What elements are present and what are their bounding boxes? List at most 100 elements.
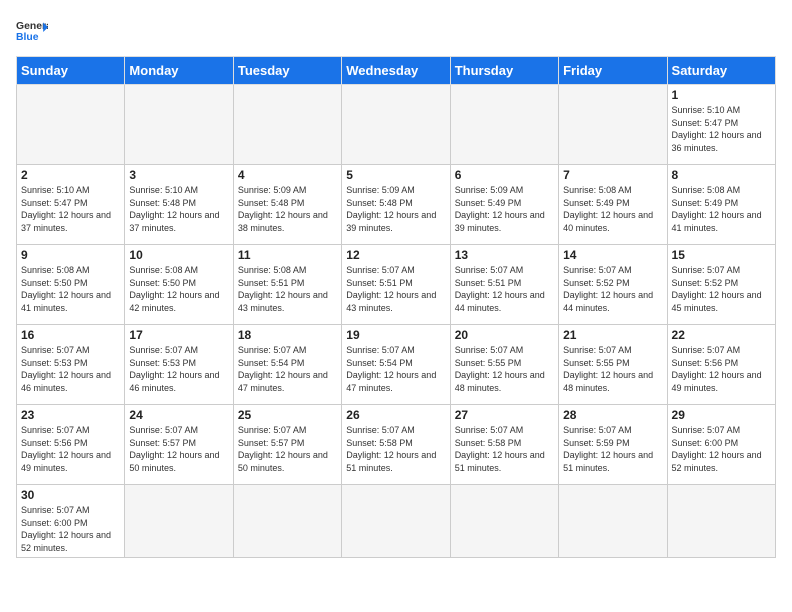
calendar-table: Sunday Monday Tuesday Wednesday Thursday… (16, 56, 776, 558)
calendar-cell: 6 Sunrise: 5:09 AM Sunset: 5:49 PM Daylig… (450, 165, 558, 245)
calendar-cell (450, 485, 558, 558)
calendar-header: Sunday Monday Tuesday Wednesday Thursday… (17, 57, 776, 85)
calendar-cell: 26 Sunrise: 5:07 AM Sunset: 5:58 PM Dayli… (342, 405, 450, 485)
day-info: Sunrise: 5:07 AM Sunset: 6:00 PM Dayligh… (21, 504, 120, 554)
calendar-cell (125, 85, 233, 165)
col-saturday: Saturday (667, 57, 775, 85)
calendar-cell: 10 Sunrise: 5:08 AM Sunset: 5:50 PM Dayli… (125, 245, 233, 325)
svg-text:Blue: Blue (16, 32, 39, 43)
day-info: Sunrise: 5:07 AM Sunset: 5:51 PM Dayligh… (346, 264, 445, 314)
day-info: Sunrise: 5:10 AM Sunset: 5:47 PM Dayligh… (21, 184, 120, 234)
day-info: Sunrise: 5:07 AM Sunset: 5:52 PM Dayligh… (672, 264, 771, 314)
calendar-cell: 17 Sunrise: 5:07 AM Sunset: 5:53 PM Dayli… (125, 325, 233, 405)
day-info: Sunrise: 5:08 AM Sunset: 5:50 PM Dayligh… (21, 264, 120, 314)
day-info: Sunrise: 5:07 AM Sunset: 5:56 PM Dayligh… (672, 344, 771, 394)
calendar-cell (559, 85, 667, 165)
calendar-cell: 1Sunrise: 5:10 AM Sunset: 5:47 PM Daylig… (667, 85, 775, 165)
calendar-cell: 19Sunrise: 5:07 AM Sunset: 5:54 PM Dayli… (342, 325, 450, 405)
day-info: Sunrise: 5:07 AM Sunset: 5:55 PM Dayligh… (455, 344, 554, 394)
calendar-cell: 18 Sunrise: 5:07 AM Sunset: 5:54 PM Dayli… (233, 325, 341, 405)
calendar-cell: 30Sunrise: 5:07 AM Sunset: 6:00 PM Dayli… (17, 485, 125, 558)
col-thursday: Thursday (450, 57, 558, 85)
calendar-cell (667, 485, 775, 558)
day-number: 14 (563, 248, 662, 262)
day-number: 24 (129, 408, 228, 422)
calendar-cell: 22 Sunrise: 5:07 AM Sunset: 5:56 PM Dayli… (667, 325, 775, 405)
day-number: 4 (238, 168, 337, 182)
day-info: Sunrise: 5:08 AM Sunset: 5:51 PM Dayligh… (238, 264, 337, 314)
day-number: 10 (129, 248, 228, 262)
calendar-cell (342, 85, 450, 165)
day-info: Sunrise: 5:07 AM Sunset: 5:54 PM Dayligh… (238, 344, 337, 394)
calendar-body: 1Sunrise: 5:10 AM Sunset: 5:47 PM Daylig… (17, 85, 776, 558)
day-number: 19 (346, 328, 445, 342)
day-number: 26 (346, 408, 445, 422)
day-number: 21 (563, 328, 662, 342)
calendar-cell: 7 Sunrise: 5:08 AM Sunset: 5:49 PM Daylig… (559, 165, 667, 245)
calendar-cell: 24 Sunrise: 5:07 AM Sunset: 5:57 PM Dayli… (125, 405, 233, 485)
day-info: Sunrise: 5:07 AM Sunset: 6:00 PM Dayligh… (672, 424, 771, 474)
calendar-cell: 23 Sunrise: 5:07 AM Sunset: 5:56 PM Dayli… (17, 405, 125, 485)
day-number: 7 (563, 168, 662, 182)
calendar-cell: 16 Sunrise: 5:07 AM Sunset: 5:53 PM Dayli… (17, 325, 125, 405)
day-info: Sunrise: 5:07 AM Sunset: 5:53 PM Dayligh… (21, 344, 120, 394)
calendar-cell: 28Sunrise: 5:07 AM Sunset: 5:59 PM Dayli… (559, 405, 667, 485)
calendar-cell (233, 485, 341, 558)
calendar-cell (17, 85, 125, 165)
day-number: 6 (455, 168, 554, 182)
col-friday: Friday (559, 57, 667, 85)
day-number: 16 (21, 328, 120, 342)
day-number: 2 (21, 168, 120, 182)
day-info: Sunrise: 5:07 AM Sunset: 5:58 PM Dayligh… (346, 424, 445, 474)
header-row: Sunday Monday Tuesday Wednesday Thursday… (17, 57, 776, 85)
day-number: 13 (455, 248, 554, 262)
calendar-cell: 14 Sunrise: 5:07 AM Sunset: 5:52 PM Dayli… (559, 245, 667, 325)
calendar-cell: 20 Sunrise: 5:07 AM Sunset: 5:55 PM Dayli… (450, 325, 558, 405)
day-number: 25 (238, 408, 337, 422)
day-number: 11 (238, 248, 337, 262)
day-info: Sunrise: 5:07 AM Sunset: 5:56 PM Dayligh… (21, 424, 120, 474)
day-info: Sunrise: 5:07 AM Sunset: 5:55 PM Dayligh… (563, 344, 662, 394)
calendar-cell: 21 Sunrise: 5:07 AM Sunset: 5:55 PM Dayli… (559, 325, 667, 405)
day-number: 17 (129, 328, 228, 342)
day-info: Sunrise: 5:08 AM Sunset: 5:50 PM Dayligh… (129, 264, 228, 314)
calendar-cell (450, 85, 558, 165)
calendar-cell (125, 485, 233, 558)
col-sunday: Sunday (17, 57, 125, 85)
calendar-cell (233, 85, 341, 165)
day-info: Sunrise: 5:10 AM Sunset: 5:48 PM Dayligh… (129, 184, 228, 234)
col-tuesday: Tuesday (233, 57, 341, 85)
day-number: 18 (238, 328, 337, 342)
day-number: 22 (672, 328, 771, 342)
day-info: Sunrise: 5:10 AM Sunset: 5:47 PM Dayligh… (672, 104, 771, 154)
calendar-cell (559, 485, 667, 558)
day-info: Sunrise: 5:09 AM Sunset: 5:48 PM Dayligh… (346, 184, 445, 234)
calendar-cell: 4Sunrise: 5:09 AM Sunset: 5:48 PM Daylig… (233, 165, 341, 245)
day-info: Sunrise: 5:07 AM Sunset: 5:57 PM Dayligh… (238, 424, 337, 474)
day-info: Sunrise: 5:07 AM Sunset: 5:57 PM Dayligh… (129, 424, 228, 474)
day-number: 23 (21, 408, 120, 422)
day-number: 9 (21, 248, 120, 262)
day-info: Sunrise: 5:07 AM Sunset: 5:53 PM Dayligh… (129, 344, 228, 394)
calendar-cell: 13 Sunrise: 5:07 AM Sunset: 5:51 PM Dayli… (450, 245, 558, 325)
day-number: 27 (455, 408, 554, 422)
logo: General Blue (16, 16, 48, 48)
calendar-cell: 15 Sunrise: 5:07 AM Sunset: 5:52 PM Dayli… (667, 245, 775, 325)
day-info: Sunrise: 5:09 AM Sunset: 5:49 PM Dayligh… (455, 184, 554, 234)
calendar-cell: 12Sunrise: 5:07 AM Sunset: 5:51 PM Dayli… (342, 245, 450, 325)
day-number: 5 (346, 168, 445, 182)
calendar-cell: 3 Sunrise: 5:10 AM Sunset: 5:48 PM Daylig… (125, 165, 233, 245)
calendar-cell: 5 Sunrise: 5:09 AM Sunset: 5:48 PM Daylig… (342, 165, 450, 245)
logo-icon: General Blue (16, 16, 48, 48)
day-info: Sunrise: 5:07 AM Sunset: 5:52 PM Dayligh… (563, 264, 662, 314)
calendar-cell: 25 Sunrise: 5:07 AM Sunset: 5:57 PM Dayli… (233, 405, 341, 485)
day-number: 3 (129, 168, 228, 182)
calendar-cell: 27 Sunrise: 5:07 AM Sunset: 5:58 PM Dayli… (450, 405, 558, 485)
day-info: Sunrise: 5:08 AM Sunset: 5:49 PM Dayligh… (672, 184, 771, 234)
col-monday: Monday (125, 57, 233, 85)
day-info: Sunrise: 5:07 AM Sunset: 5:58 PM Dayligh… (455, 424, 554, 474)
day-info: Sunrise: 5:07 AM Sunset: 5:51 PM Dayligh… (455, 264, 554, 314)
day-number: 15 (672, 248, 771, 262)
day-info: Sunrise: 5:08 AM Sunset: 5:49 PM Dayligh… (563, 184, 662, 234)
day-number: 20 (455, 328, 554, 342)
